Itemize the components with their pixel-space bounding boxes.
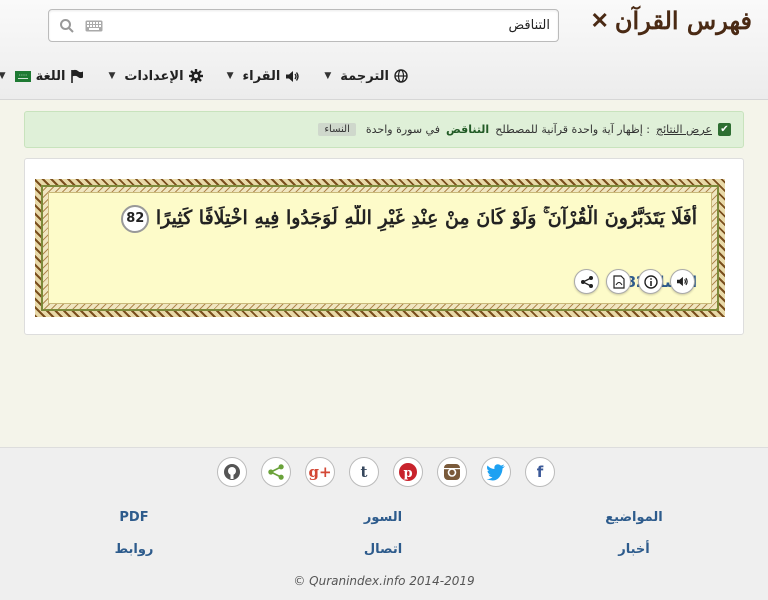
share-icon (580, 275, 593, 288)
pdf-button[interactable] (606, 269, 631, 294)
info-icon (643, 274, 658, 289)
tumblr-icon: t (360, 463, 368, 481)
flag-icon (71, 69, 84, 83)
notice-text-after: في سورة واحدة (365, 123, 440, 136)
footer-link-contact[interactable]: اتصال (333, 542, 433, 557)
sura-tag[interactable]: النساء (318, 123, 356, 136)
nav-translation[interactable]: الترجمة ▼ (324, 69, 408, 84)
svg-text:p: p (403, 466, 412, 481)
notice-text-before: : إظهار آية واحدة قرآنية للمصطلح (495, 123, 650, 136)
caret-down-icon: ▼ (108, 71, 116, 81)
nav-language[interactable]: اللغة ▼ (0, 69, 84, 84)
show-results-link[interactable]: عرض النتائج (656, 123, 712, 136)
gear-icon (188, 69, 203, 83)
notice-term: التناقض (445, 123, 490, 136)
footer: g+ t p f المواضيع السور PDF أخبار اتصال … (0, 447, 768, 600)
verse-frame: أَفَلَا يَتَدَبَّرُونَ الْقُرْآنَ ۚ وَلَ… (35, 179, 725, 317)
search-box (48, 9, 559, 42)
verse-text-line: أَفَلَا يَتَدَبَّرُونَ الْقُرْآنَ ۚ وَلَ… (59, 205, 697, 233)
results-card: أَفَلَا يَتَدَبَّرُونَ الْقُرْآنَ ۚ وَلَ… (24, 158, 744, 335)
instagram-icon (444, 464, 460, 480)
search-input[interactable] (109, 10, 550, 41)
caret-down-icon: ▼ (0, 71, 6, 81)
instagram-link[interactable] (437, 457, 467, 487)
search-icon[interactable] (59, 18, 75, 34)
keyboard-icon[interactable] (85, 20, 103, 32)
google-plus-icon: g+ (308, 463, 332, 481)
footer-link-topics[interactable]: المواضيع (584, 510, 684, 525)
footer-link-pdf[interactable]: PDF (84, 510, 184, 525)
github-link[interactable] (217, 457, 247, 487)
twitter-link[interactable] (481, 457, 511, 487)
footer-link-suras[interactable]: السور (333, 510, 433, 525)
nav-translation-label: الترجمة (340, 68, 389, 84)
logo-text: فهرس القرآن (614, 6, 752, 35)
nav-reciters-label: القراء (242, 68, 281, 84)
caret-down-icon: ▼ (324, 71, 332, 81)
verse-text: أَفَلَا يَتَدَبَّرُونَ الْقُرْآنَ ۚ وَلَ… (155, 207, 697, 229)
checkbox-checked-icon[interactable]: ✔ (718, 123, 731, 136)
saudi-flag-icon (14, 70, 31, 82)
nav-language-label: اللغة (35, 68, 66, 84)
pinterest-icon: p (399, 463, 417, 481)
pinterest-link[interactable]: p (393, 457, 423, 487)
github-icon (224, 464, 240, 480)
nav-reciters[interactable]: القراء ▼ (227, 69, 301, 84)
play-audio-button[interactable] (670, 269, 695, 294)
header: فهرس القرآن ✕ التناقض الترجمة ▼ القراء ▼… (0, 0, 768, 100)
footer-link-news[interactable]: أخبار (584, 542, 684, 557)
logo-mark-icon: ✕ (590, 7, 609, 34)
volume-icon (677, 276, 688, 287)
share-button[interactable] (574, 269, 599, 294)
nav-settings[interactable]: الإعدادات ▼ (108, 68, 203, 84)
globe-icon (394, 69, 408, 83)
volume-icon (286, 70, 300, 82)
pdf-file-icon (612, 274, 625, 289)
caret-down-icon: ▼ (226, 71, 234, 81)
facebook-icon: f (536, 463, 544, 481)
nav-settings-label: الإعدادات (124, 68, 184, 84)
verse-actions (574, 269, 695, 294)
social-links: g+ t p f (217, 457, 555, 487)
google-plus-link[interactable]: g+ (305, 457, 335, 487)
twitter-icon (486, 464, 505, 481)
share-icon (268, 464, 284, 480)
copyright: © Quranindex.info 2014-2019 (293, 574, 475, 588)
tumblr-link[interactable]: t (349, 457, 379, 487)
site-logo[interactable]: فهرس القرآن ✕ (590, 6, 752, 35)
share-link[interactable] (261, 457, 291, 487)
results-notice: ✔ عرض النتائج : إظهار آية واحدة قرآنية ل… (24, 111, 744, 148)
facebook-link[interactable]: f (525, 457, 555, 487)
info-button[interactable] (638, 269, 663, 294)
verse-number-badge: 82 (121, 205, 150, 233)
footer-link-links[interactable]: روابط (84, 542, 184, 557)
main-nav: الترجمة ▼ القراء ▼ الإعدادات ▼ اللغة ▼ (0, 62, 408, 90)
verse-panel: أَفَلَا يَتَدَبَّرُونَ الْقُرْآنَ ۚ وَلَ… (48, 192, 712, 304)
